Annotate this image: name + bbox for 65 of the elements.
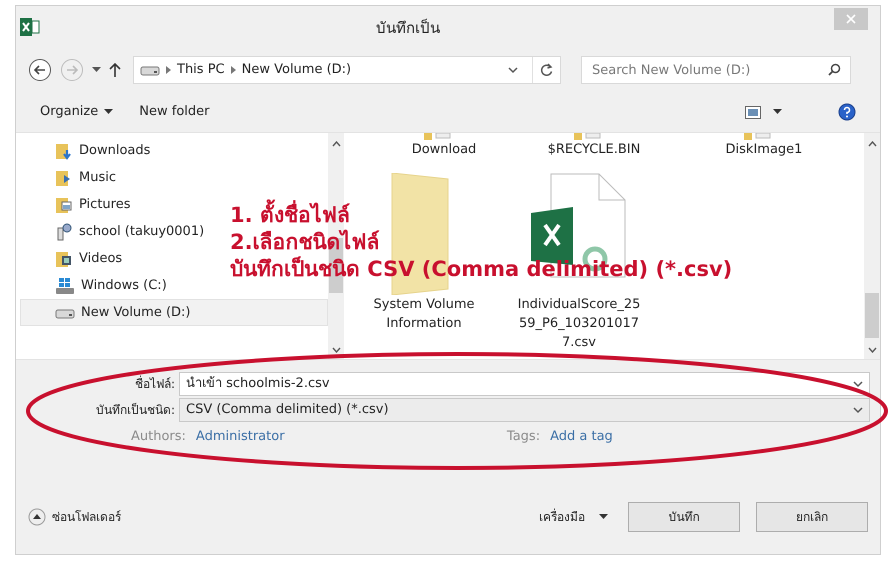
nav-item[interactable]: school (takuy0001) [20,218,210,245]
nav-item[interactable]: Pictures [20,191,136,218]
search-icon [828,63,841,76]
close-icon [846,14,856,24]
field-label: บันทึกเป็นชนิด: [96,402,175,419]
drive-icon [55,306,75,318]
help-button[interactable] [838,103,856,121]
annotation-text: บันทึกเป็นชนิด CSV (Comma delimited) (*.csv) [230,256,732,283]
view-icon [745,106,761,118]
breadcrumb-item[interactable]: This PC [177,60,225,80]
file-name: IndividualScore_2559_P6_1032010177.csv [517,296,641,352]
address-bar[interactable]: This PC New Volume (D:) [133,56,561,84]
dropdown-caret-icon [853,406,863,414]
nav-item[interactable]: Videos [20,245,128,272]
tags-label: Tags: [506,428,540,446]
add-tag-link[interactable]: Add a tag [550,427,613,447]
dropdown-caret-icon [92,67,101,73]
file-name: Download [412,141,476,159]
caret-icon [104,109,114,115]
file-name: DiskImage1 [726,141,802,159]
scroll-up-icon [868,141,877,147]
nav-item[interactable]: Music [20,164,121,191]
tools-button[interactable]: เครื่องมือ [539,508,608,526]
scroll-down-icon [868,347,877,353]
nav-item[interactable]: New Volume (D:) [20,299,328,326]
chevron-icon [230,66,236,74]
pictures-folder-icon [55,196,73,214]
windows-drive-icon [55,276,75,294]
scrollbar-thumb[interactable] [865,293,879,338]
videos-folder-icon [55,250,73,268]
new-folder-button[interactable]: New folder [139,102,210,122]
refresh-icon [540,63,553,77]
scroll-up-icon [332,141,341,147]
downloads-folder-icon [55,142,73,160]
annotation-text: 2.เลือกชนิดไฟล์ [230,229,380,256]
collapse-icon [28,508,46,526]
hide-folders-button[interactable]: ซ่อนโฟลเดอร์ [28,508,121,526]
caret-icon [599,514,608,520]
field-label: ชื่อไฟล์: [134,375,175,393]
authors-label: Authors: [131,428,186,446]
scroll-down-icon [332,347,341,353]
excel-logo-icon [20,18,40,36]
drive-icon [140,64,160,76]
organize-button[interactable]: Organize [40,102,114,122]
view-options-button[interactable] [745,106,782,118]
save-button[interactable]: บันทึก [628,502,740,532]
nav-item[interactable]: Downloads [20,137,156,164]
dropdown-caret-icon [853,380,863,388]
dropdown-caret-icon [508,66,518,74]
file-name: System Volume Information [372,296,476,333]
scrollbar[interactable] [864,133,880,359]
search-field[interactable]: Search New Volume (D:) [581,56,851,84]
breadcrumb-item[interactable]: New Volume (D:) [242,60,352,80]
window-title: บันทึกเป็น [376,18,440,39]
cancel-button[interactable]: ยกเลิก [756,502,868,532]
help-icon [838,103,856,121]
nav-item[interactable]: Windows (C:) [20,272,172,299]
authors-link[interactable]: Administrator [196,427,496,447]
up-arrow-icon [109,62,121,78]
network-drive-icon [55,222,73,240]
file-name: $RECYCLE.BIN [548,141,640,159]
caret-icon [773,109,782,115]
chevron-icon [166,66,171,74]
file-name-field[interactable]: นำเข้า schoolmis-2.csv [179,372,870,396]
file-type-dropdown[interactable]: CSV (Comma delimited) (*.csv) [179,398,870,422]
